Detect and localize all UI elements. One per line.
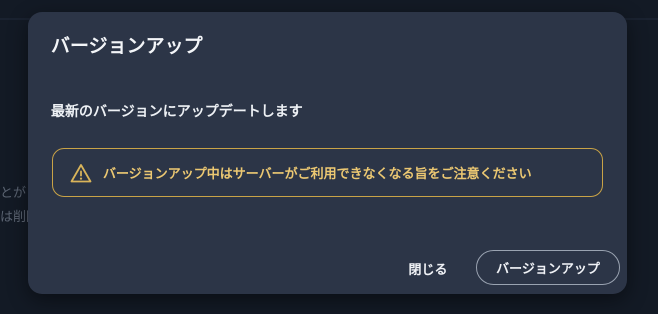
dialog-message: 最新のバージョンにアップデートします bbox=[51, 104, 303, 120]
close-button[interactable]: 閉じる bbox=[396, 251, 460, 285]
warning-text: バージョンアップ中はサーバーがご利用できなくなる旨をご注意ください bbox=[103, 167, 532, 182]
warning-triangle-icon bbox=[70, 163, 92, 183]
version-upgrade-button[interactable]: バージョンアップ bbox=[476, 250, 620, 285]
warning-notice: バージョンアップ中はサーバーがご利用できなくなる旨をご注意ください bbox=[52, 148, 603, 197]
version-upgrade-dialog: バージョンアップ 最新のバージョンにアップデートします バージョンアップ中はサー… bbox=[28, 12, 627, 294]
dialog-title: バージョンアップ bbox=[51, 35, 203, 57]
